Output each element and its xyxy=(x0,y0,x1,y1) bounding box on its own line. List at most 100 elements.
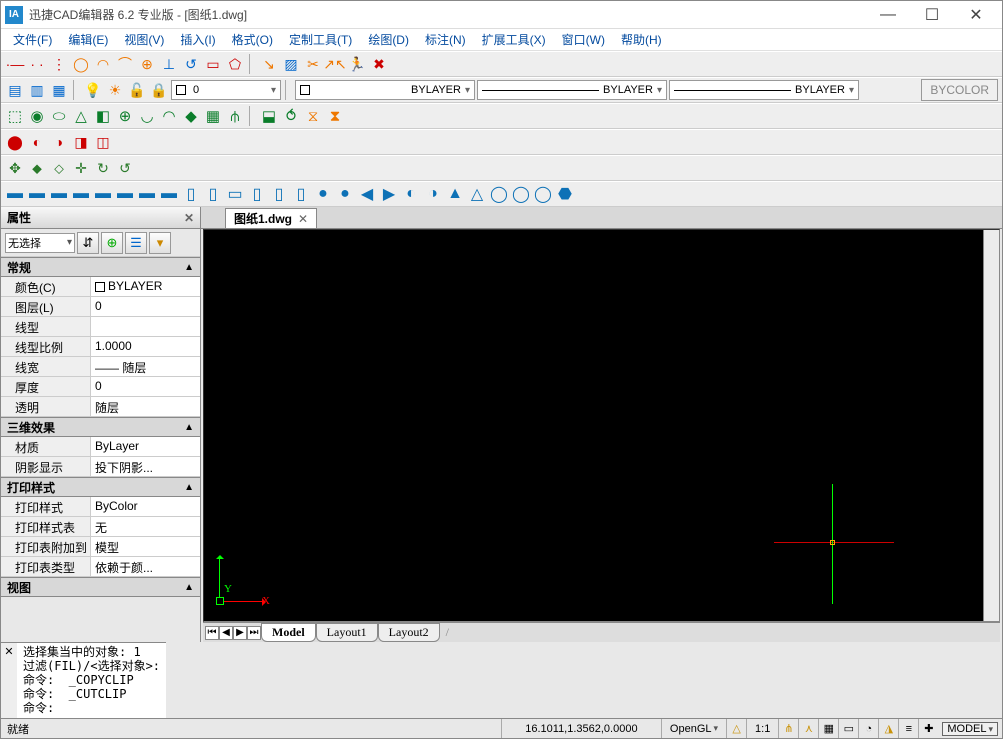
polyline-icon[interactable]: ⋮ xyxy=(49,54,69,74)
tab-last-icon[interactable]: ⏭ xyxy=(247,626,261,640)
viewport-shape-17[interactable]: ▶ xyxy=(379,184,399,204)
quickselect-icon[interactable]: ⊕ xyxy=(101,232,123,254)
viewport-shape-11[interactable]: ▯ xyxy=(247,184,267,204)
viewport-shape-9[interactable]: ▯ xyxy=(203,184,223,204)
circle-icon[interactable]: ◯ xyxy=(71,54,91,74)
print-icon[interactable]: 🔒 xyxy=(149,80,169,100)
viewport-shape-1[interactable]: ▬ xyxy=(27,184,47,204)
viewport-shape-15[interactable]: ● xyxy=(335,184,355,204)
doc-tab-close-icon[interactable]: ✕ xyxy=(298,212,308,226)
lock-icon[interactable]: 🔓 xyxy=(127,80,147,100)
viewport-shape-3[interactable]: ▬ xyxy=(71,184,91,204)
viewport-shape-14[interactable]: ● xyxy=(313,184,333,204)
selection-combo[interactable]: 无选择 ▾ xyxy=(5,233,75,253)
viewport-shape-12[interactable]: ▯ xyxy=(269,184,289,204)
command-console[interactable]: 选择集当中的对象: 1 过滤(FIL)/<选择对象>: 命令: _COPYCLI… xyxy=(17,642,166,718)
hatch-icon[interactable]: ▨ xyxy=(281,54,301,74)
prop-row[interactable]: 打印样式ByColor xyxy=(1,497,200,517)
break-icon[interactable]: ✂ xyxy=(303,54,323,74)
viewport-shape-20[interactable]: ▲ xyxy=(445,184,465,204)
ortho-icon[interactable]: ▭ xyxy=(838,719,858,738)
tab-next-icon[interactable]: ▶ xyxy=(233,626,247,640)
prop-row[interactable]: 透明随层 xyxy=(1,397,200,417)
sweep-icon[interactable]: ⧗ xyxy=(325,106,345,126)
polar-icon[interactable]: ◔ xyxy=(858,719,878,738)
dim-icon[interactable]: ↘ xyxy=(259,54,279,74)
prop-section[interactable]: 常规▲ xyxy=(1,257,200,277)
viewport-shape-21[interactable]: △ xyxy=(467,184,487,204)
properties-close-icon[interactable]: ✕ xyxy=(184,211,194,225)
viewport-shape-8[interactable]: ▯ xyxy=(181,184,201,204)
prop-row[interactable]: 颜色(C)BYLAYER xyxy=(1,277,200,297)
layers-icon[interactable]: ▤ xyxy=(5,80,25,100)
revolve-icon[interactable]: ⥀ xyxy=(281,106,301,126)
menu-2[interactable]: 视图(V) xyxy=(118,29,170,50)
dome-icon[interactable]: ◠ xyxy=(159,106,179,126)
track-icon[interactable]: ⋏ xyxy=(798,719,818,738)
rect-icon[interactable]: ▭ xyxy=(203,54,223,74)
layer-prev-icon[interactable]: ▥ xyxy=(27,80,47,100)
snap-icon[interactable]: △ xyxy=(726,719,746,738)
toggle-pane-icon[interactable]: ⇵ xyxy=(77,232,99,254)
viewport-shape-25[interactable]: ⬣ xyxy=(555,184,575,204)
prop-section[interactable]: 打印样式▲ xyxy=(1,477,200,497)
donut-icon[interactable]: ⊕ xyxy=(137,54,157,74)
status-model-button[interactable]: MODEL▾ xyxy=(942,722,998,736)
maximize-button[interactable]: ☐ xyxy=(910,1,954,29)
menu-8[interactable]: 扩展工具(X) xyxy=(476,29,552,50)
arc-icon[interactable]: ◠ xyxy=(93,54,113,74)
tab-model[interactable]: Model xyxy=(261,623,316,642)
console-close[interactable]: ✕ xyxy=(1,642,17,718)
ucs-3p-icon[interactable]: ↺ xyxy=(115,158,135,178)
prop-row[interactable]: 厚度0 xyxy=(1,377,200,397)
viewport-shape-19[interactable]: ◑ xyxy=(423,184,443,204)
prop-row[interactable]: 线宽—— 随层 xyxy=(1,357,200,377)
tab-first-icon[interactable]: ⏮ xyxy=(205,626,219,640)
prop-row[interactable]: 线型比例1.0000 xyxy=(1,337,200,357)
bycolor-button[interactable]: BYCOLOR xyxy=(921,79,998,101)
prop-row[interactable]: 打印表附加到模型 xyxy=(1,537,200,557)
poly-icon[interactable]: ⬠ xyxy=(225,54,245,74)
doc-tab-active[interactable]: 图纸1.dwg ✕ xyxy=(225,208,317,228)
status-ratio[interactable]: 1:1 xyxy=(746,719,778,738)
sphere-icon[interactable]: ◉ xyxy=(27,106,47,126)
union-icon[interactable]: ⬤ xyxy=(5,132,25,152)
vertical-scrollbar[interactable] xyxy=(983,230,999,621)
chamfer-icon[interactable]: ↗↖ xyxy=(325,54,345,74)
line-icon[interactable]: · · xyxy=(27,54,47,74)
viewport-shape-0[interactable]: ▬ xyxy=(5,184,25,204)
dish-icon[interactable]: ◡ xyxy=(137,106,157,126)
viewport-shape-6[interactable]: ▬ xyxy=(137,184,157,204)
prop-row[interactable]: 线型 xyxy=(1,317,200,337)
sun-icon[interactable]: ☀ xyxy=(105,80,125,100)
grid-icon[interactable]: ▦ xyxy=(818,719,838,738)
cone-icon[interactable]: △ xyxy=(71,106,91,126)
viewport-shape-7[interactable]: ▬ xyxy=(159,184,179,204)
viewport-shape-24[interactable]: ◯ xyxy=(533,184,553,204)
ucs-world-icon[interactable]: ✥ xyxy=(5,158,25,178)
layer-combo[interactable]: 0 ▾ xyxy=(171,80,281,100)
tangent-icon[interactable]: ↺ xyxy=(181,54,201,74)
viewport-shape-22[interactable]: ◯ xyxy=(489,184,509,204)
viewport-shape-5[interactable]: ▬ xyxy=(115,184,135,204)
menu-10[interactable]: 帮助(H) xyxy=(615,29,668,50)
menu-4[interactable]: 格式(O) xyxy=(226,29,279,50)
close-button[interactable]: ✕ xyxy=(954,1,998,29)
prop-section[interactable]: 视图▲ xyxy=(1,577,200,597)
menu-0[interactable]: 文件(F) xyxy=(7,29,58,50)
prop-row[interactable]: 图层(L)0 xyxy=(1,297,200,317)
pickadd-icon[interactable]: ☰ xyxy=(125,232,147,254)
menu-1[interactable]: 编辑(E) xyxy=(62,29,114,50)
osnap-icon[interactable]: ⋔ xyxy=(778,719,798,738)
dyn-icon[interactable]: ✚ xyxy=(918,719,938,738)
cancel-icon[interactable]: ✖ xyxy=(369,54,389,74)
torus-icon[interactable]: ⊕ xyxy=(115,106,135,126)
viewport-shape-18[interactable]: ◐ xyxy=(401,184,421,204)
viewport-shape-23[interactable]: ◯ xyxy=(511,184,531,204)
box-icon[interactable]: ⬚ xyxy=(5,106,25,126)
minimize-button[interactable]: — xyxy=(866,1,910,29)
ucs-z-icon[interactable]: ↻ xyxy=(93,158,113,178)
pyramid-icon[interactable]: ◆ xyxy=(181,106,201,126)
lwt-icon[interactable]: ≡ xyxy=(898,719,918,738)
color-combo[interactable]: BYLAYER ▾ xyxy=(295,80,475,100)
